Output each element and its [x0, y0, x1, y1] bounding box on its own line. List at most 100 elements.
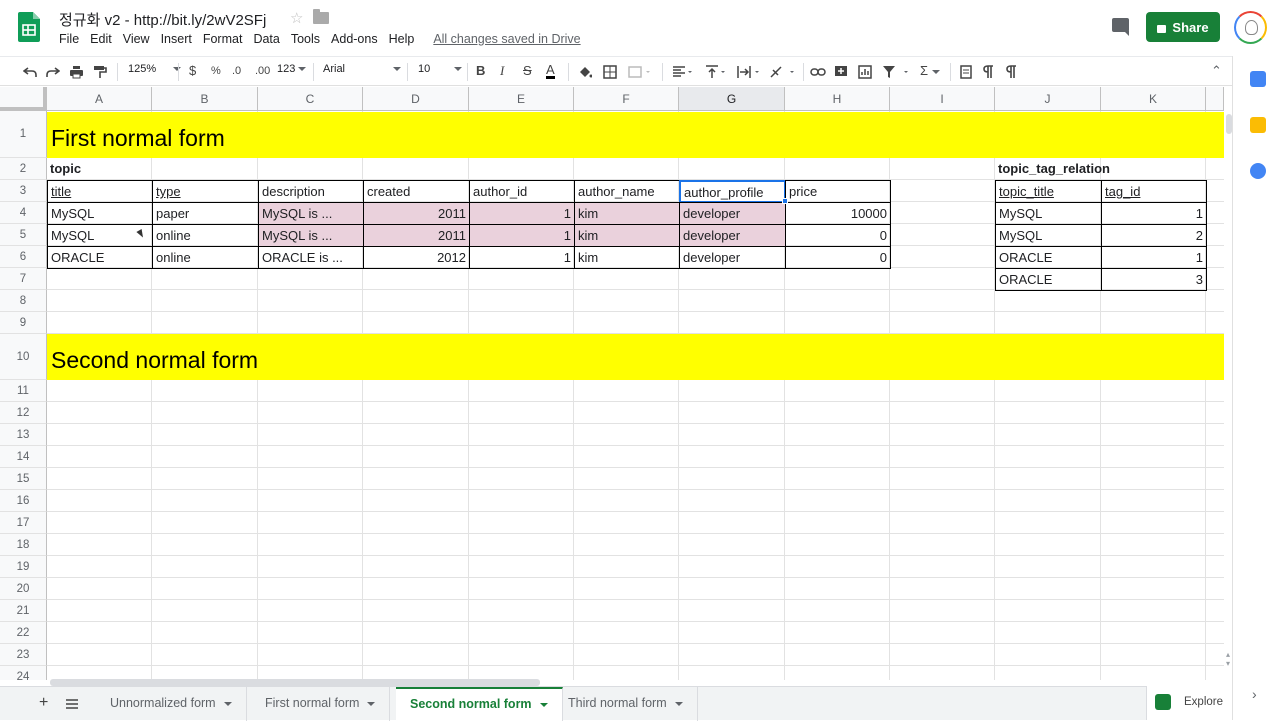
relation-header-topic-title[interactable]: topic_title: [995, 180, 1102, 203]
text-wrapping-icon[interactable]: [737, 65, 761, 79]
topic-header-price[interactable]: price: [785, 180, 891, 203]
relation-table-label[interactable]: topic_tag_relation: [995, 158, 1206, 180]
topic-cell[interactable]: 2011: [363, 224, 470, 247]
topic-cell[interactable]: kim: [574, 202, 680, 225]
print-icon[interactable]: [69, 65, 84, 79]
topic-cell[interactable]: 1: [469, 224, 575, 247]
row-header-1[interactable]: 1: [0, 111, 47, 158]
band-title-first-normal-form[interactable]: First normal form: [51, 125, 225, 152]
topic-cell[interactable]: ORACLE: [47, 246, 153, 269]
document-title[interactable]: 정규화 v2 - http://bit.ly/2wV2SFj: [59, 9, 266, 30]
row-header-23[interactable]: 23: [0, 644, 47, 666]
menu-data[interactable]: Data: [253, 32, 279, 46]
column-header-i[interactable]: I: [890, 87, 995, 111]
column-header-e[interactable]: E: [469, 87, 574, 111]
row-header-2[interactable]: 2: [0, 158, 47, 180]
topic-cell[interactable]: kim: [574, 246, 680, 269]
row-header-16[interactable]: 16: [0, 490, 47, 512]
topic-cell[interactable]: ORACLE is ...: [258, 246, 364, 269]
topic-cell[interactable]: 10000: [785, 202, 891, 225]
row-header-6[interactable]: 6: [0, 246, 47, 268]
chevron-right-icon[interactable]: ›: [1252, 686, 1257, 702]
topic-cell[interactable]: 1: [469, 246, 575, 269]
column-header-k[interactable]: K: [1101, 87, 1206, 111]
topic-cell[interactable]: 0: [785, 246, 891, 269]
topic-cell[interactable]: 0: [785, 224, 891, 247]
menu-format[interactable]: Format: [203, 32, 243, 46]
tab-menu-icon[interactable]: [223, 701, 232, 706]
align-left-icon[interactable]: [672, 65, 694, 79]
italic-button[interactable]: I: [500, 63, 504, 79]
topic-cell[interactable]: developer: [679, 224, 786, 247]
relation-header-tag-id[interactable]: tag_id: [1101, 180, 1207, 203]
spreadsheet-grid[interactable]: ABCDEFGHIJK 1 2 3 4 5 6 7 8 9 10 11 12 13 14 15 16 17 18 1…: [0, 87, 1224, 680]
font-select[interactable]: Arial: [323, 63, 402, 75]
row-header-22[interactable]: 22: [0, 622, 47, 644]
topic-cell[interactable]: online: [152, 224, 259, 247]
relation-cell[interactable]: 3: [1101, 268, 1207, 291]
topic-cell[interactable]: MySQL: [47, 224, 153, 247]
undo-icon[interactable]: [23, 65, 37, 79]
column-header-b[interactable]: B: [152, 87, 258, 111]
row-header-20[interactable]: 20: [0, 578, 47, 600]
row-header-21[interactable]: 21: [0, 600, 47, 622]
insert-chart-icon[interactable]: [858, 65, 872, 79]
column-header-h[interactable]: H: [785, 87, 890, 111]
vertical-align-icon[interactable]: [705, 65, 727, 79]
filter-icon[interactable]: [882, 65, 912, 79]
menu-tools[interactable]: Tools: [291, 32, 320, 46]
topic-cell[interactable]: kim: [574, 224, 680, 247]
selection-handle[interactable]: [782, 198, 788, 204]
topic-cell[interactable]: MySQL: [47, 202, 153, 225]
ltr-text-icon[interactable]: [982, 65, 996, 79]
font-size-select[interactable]: 10: [418, 63, 463, 75]
menu-edit[interactable]: Edit: [90, 32, 112, 46]
tab-first-normal-form[interactable]: First normal form: [251, 687, 391, 721]
topic-cell[interactable]: 2012: [363, 246, 470, 269]
topic-header-type[interactable]: type: [152, 180, 259, 203]
chevron-up-icon[interactable]: ⌃: [1211, 63, 1222, 79]
fill-color-icon[interactable]: [578, 65, 592, 79]
percent-button[interactable]: %: [211, 63, 221, 79]
currency-button[interactable]: $: [189, 63, 196, 79]
row-header-11[interactable]: 11: [0, 380, 47, 402]
row-header-7[interactable]: 7: [0, 268, 47, 290]
topic-header-created[interactable]: created: [363, 180, 470, 203]
row-header-24[interactable]: 24: [0, 666, 47, 680]
comment-icon[interactable]: [1112, 18, 1129, 36]
share-button[interactable]: Share: [1146, 12, 1220, 42]
menu-insert[interactable]: Insert: [161, 32, 192, 46]
rtl-text-icon[interactable]: [1005, 65, 1019, 79]
sheets-logo-icon[interactable]: [18, 12, 40, 42]
all-sheets-icon[interactable]: [66, 699, 78, 709]
topic-table-label[interactable]: topic: [47, 158, 153, 180]
column-header-c[interactable]: C: [258, 87, 363, 111]
relation-cell[interactable]: ORACLE: [995, 268, 1102, 291]
text-color-button[interactable]: A: [546, 63, 555, 79]
input-tools-icon[interactable]: [959, 65, 973, 79]
row-header-19[interactable]: 19: [0, 556, 47, 578]
row-header-12[interactable]: 12: [0, 402, 47, 424]
insert-link-icon[interactable]: [810, 65, 826, 79]
more-formats-select[interactable]: 123: [277, 63, 307, 75]
zoom-select[interactable]: 125%: [128, 63, 182, 75]
column-header-a[interactable]: A: [47, 87, 152, 111]
strikethrough-button[interactable]: S: [523, 63, 532, 79]
borders-icon[interactable]: [603, 65, 617, 79]
row-header-14[interactable]: 14: [0, 446, 47, 468]
avatar[interactable]: [1234, 11, 1267, 44]
column-header-d[interactable]: D: [363, 87, 469, 111]
row-header-5[interactable]: 5: [0, 224, 47, 246]
column-header-g[interactable]: G: [679, 87, 785, 111]
paint-format-icon[interactable]: [93, 65, 107, 79]
scroll-arrows-icon[interactable]: ▴ ▾: [1226, 650, 1230, 668]
functions-button[interactable]: Σ: [920, 63, 940, 79]
tasks-icon[interactable]: [1250, 163, 1266, 179]
relation-cell[interactable]: MySQL: [995, 224, 1102, 247]
text-rotation-icon[interactable]: [770, 65, 796, 79]
bold-button[interactable]: B: [476, 63, 485, 79]
vertical-scroll-thumb[interactable]: [1226, 114, 1232, 134]
topic-header-title[interactable]: title: [47, 180, 153, 203]
relation-cell[interactable]: 1: [1101, 246, 1207, 269]
topic-header-description[interactable]: description: [258, 180, 364, 203]
